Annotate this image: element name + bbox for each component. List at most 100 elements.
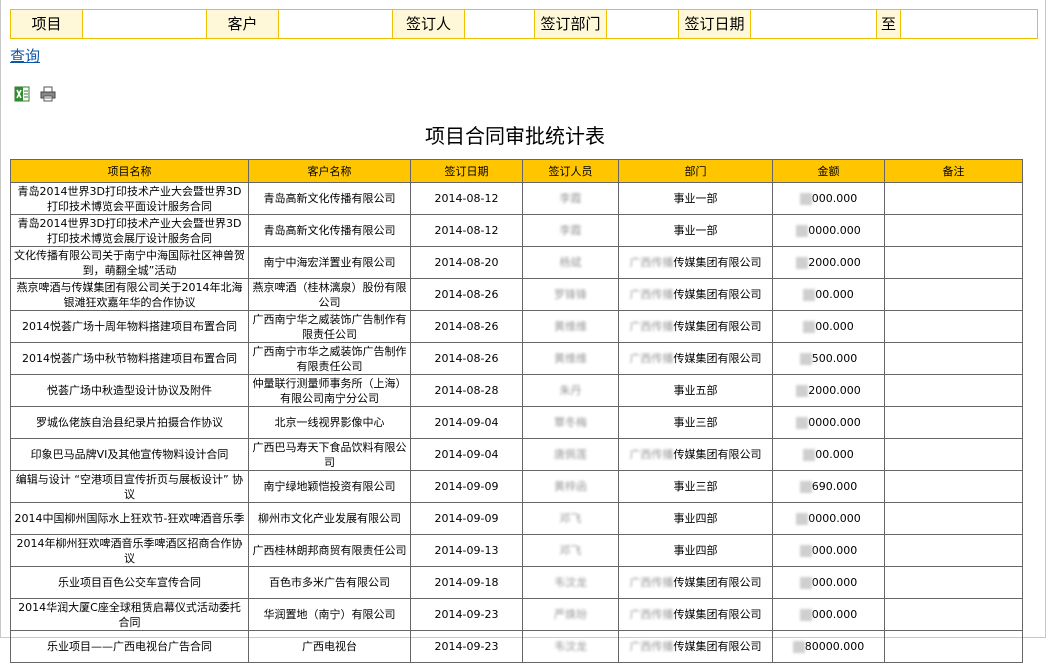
amount-cell: 00.000 (772, 278, 885, 311)
redacted-mask (799, 577, 812, 589)
amount-cell: 0000.000 (772, 502, 885, 535)
sign-dept-input[interactable] (607, 10, 679, 38)
amount-text: 500.000 (811, 352, 858, 365)
date-to-label: 至 (877, 10, 901, 38)
table-row: 文化传播有限公司关于南宁中海国际社区神兽贺到，萌翻全城”活动 南宁中海宏洋置业有限… (10, 246, 1023, 279)
signer-cell: 韦汶龙 (522, 630, 619, 663)
sign-dept-label: 签订部门 (535, 10, 607, 38)
date-cell: 2014-09-04 (410, 438, 523, 471)
table-row: 乐业项目——广西电视台广告合同 广西电视台 2014-09-23 韦汶龙 广西传播传媒集… (10, 630, 1023, 663)
sign-date-header: 签订日期 (410, 159, 523, 183)
project-cell: 燕京啤酒与传媒集团有限公司关于2014年北海银滩狂欢嘉年华的合作协议 (10, 278, 249, 311)
amount-text: 00.000 (815, 288, 854, 301)
amount-cell: 000.000 (772, 598, 885, 631)
project-cell: 编辑与设计 “空港项目宣传折页与展板设计” 协议 (10, 470, 249, 503)
sign-date-label: 签订日期 (679, 10, 751, 38)
project-cell: 文化传播有限公司关于南宁中海国际社区神兽贺到，萌翻全城”活动 (10, 246, 249, 279)
table-header-row: 项目名称 客户名称 签订日期 签订人员 部门 金额 备注 (10, 159, 1023, 183)
remark-cell (884, 438, 1023, 471)
redacted-mask (803, 321, 816, 333)
department-cell: 事业一部 (618, 214, 773, 247)
table-row: 悦荟广场中秋造型设计协议及附件 仲量联行测量师事务所（上海）有限公司南宁分公司 20… (10, 374, 1023, 407)
project-cell: 青岛2014世界3D打印技术产业大会暨世界3D打印技术博览会平面设计服务合同 (10, 182, 249, 215)
remark-cell (884, 214, 1023, 247)
redacted-mask: 广西传播 (629, 608, 674, 621)
redacted-mask: 广西传播 (629, 352, 674, 365)
project-cell: 乐业项目百色公交车宣传合同 (10, 566, 249, 599)
department-cell: 广西传播传媒集团有限公司 (618, 246, 773, 279)
remark-cell (884, 502, 1023, 535)
department-cell: 广西传播传媒集团有限公司 (618, 630, 773, 663)
signer-cell: 黄维维 (522, 310, 619, 343)
amount-cell: 2000.000 (772, 374, 885, 407)
redacted-mask (796, 257, 809, 269)
sign-date-end-input[interactable] (901, 10, 1031, 38)
customer-name-header: 客户名称 (248, 159, 411, 183)
department-cell: 广西传播传媒集团有限公司 (618, 566, 773, 599)
project-input[interactable] (83, 10, 207, 38)
remark-cell (884, 310, 1023, 343)
amount-text: 00.000 (815, 448, 854, 461)
signer-input[interactable] (465, 10, 535, 38)
customer-cell: 青岛高新文化传播有限公司 (248, 182, 411, 215)
table-row: 2014华润大厦C座全球租赁启幕仪式活动委托合同 华润置地（南宁）有限公司 2014… (10, 598, 1023, 631)
customer-cell: 燕京啤酒（桂林漓泉）股份有限公司 (248, 278, 411, 311)
table-row: 青岛2014世界3D打印技术产业大会暨世界3D打印技术博览会平面设计服务合同 青岛… (10, 182, 1023, 215)
remark-cell (884, 534, 1023, 567)
table-row: 编辑与设计 “空港项目宣传折页与展板设计” 协议 南宁绿地颖恺投资有限公司 2014… (10, 470, 1023, 503)
customer-cell: 南宁中海宏洋置业有限公司 (248, 246, 411, 279)
department-header: 部门 (618, 159, 773, 183)
sign-date-start-input[interactable] (751, 10, 877, 38)
date-cell: 2014-09-04 (410, 406, 523, 439)
amount-cell: 000.000 (772, 566, 885, 599)
table-row: 2014年柳州狂欢啤酒音乐季啤酒区招商合作协议 广西桂林朗邦商贸有限责任公司 201… (10, 534, 1023, 567)
date-cell: 2014-08-12 (410, 182, 523, 215)
amount-text: 2000.000 (808, 384, 861, 397)
search-bar: 项目 客户 签订人 签订部门 签订日期 至 (10, 9, 1038, 39)
redacted-mask (799, 193, 812, 205)
project-cell: 2014华润大厦C座全球租赁启幕仪式活动委托合同 (10, 598, 249, 631)
table-row: 燕京啤酒与传媒集团有限公司关于2014年北海银滩狂欢嘉年华的合作协议 燕京啤酒（桂… (10, 278, 1023, 311)
amount-text: 0000.000 (808, 512, 861, 525)
customer-cell: 广西南宁华之威装饰广告制作有限责任公司 (248, 310, 411, 343)
signer-header: 签订人员 (522, 159, 619, 183)
project-cell: 2014中国柳州国际水上狂欢节-狂欢啤酒音乐季 (10, 502, 249, 535)
date-cell: 2014-09-09 (410, 470, 523, 503)
redacted-mask: 广西传播 (629, 448, 674, 461)
department-text: 传媒集团有限公司 (673, 288, 762, 301)
amount-cell: 690.000 (772, 470, 885, 503)
signer-cell: 韦汶龙 (522, 566, 619, 599)
department-cell: 事业一部 (618, 182, 773, 215)
department-cell: 广西传播传媒集团有限公司 (618, 438, 773, 471)
remark-cell (884, 374, 1023, 407)
redacted-mask: 广西传播 (629, 640, 674, 653)
redacted-mask (796, 417, 809, 429)
redacted-mask: 广西传播 (629, 576, 674, 589)
signer-cell: 朱丹 (522, 374, 619, 407)
customer-cell: 百色市多米广告有限公司 (248, 566, 411, 599)
project-cell: 印象巴马品牌VI及其他宣传物料设计合同 (10, 438, 249, 471)
date-cell: 2014-08-26 (410, 310, 523, 343)
project-cell: 青岛2014世界3D打印技术产业大会暨世界3D打印技术博览会展厅设计服务合同 (10, 214, 249, 247)
query-link[interactable]: 查询 (10, 45, 40, 66)
department-cell: 事业四部 (618, 534, 773, 567)
printer-icon[interactable] (40, 86, 56, 102)
department-text: 传媒集团有限公司 (673, 640, 762, 653)
department-text: 传媒集团有限公司 (673, 320, 762, 333)
redacted-mask (803, 449, 816, 461)
date-cell: 2014-09-23 (410, 630, 523, 663)
redacted-mask: 广西传播 (629, 288, 674, 301)
remark-cell (884, 470, 1023, 503)
amount-cell: 2000.000 (772, 246, 885, 279)
amount-cell: 00.000 (772, 438, 885, 471)
table-row: 乐业项目百色公交车宣传合同 百色市多米广告有限公司 2014-09-18 韦汶龙 广西传… (10, 566, 1023, 599)
project-cell: 罗城仫佬族自治县纪录片拍摄合作协议 (10, 406, 249, 439)
customer-input[interactable] (279, 10, 393, 38)
remark-cell (884, 630, 1023, 663)
redacted-mask (803, 289, 816, 301)
excel-icon[interactable] (14, 86, 30, 102)
table-row: 2014中国柳州国际水上狂欢节-狂欢啤酒音乐季 柳州市文化产业发展有限公司 2014… (10, 502, 1023, 535)
remark-cell (884, 566, 1023, 599)
department-cell: 广西传播传媒集团有限公司 (618, 278, 773, 311)
signer-cell: 李霞 (522, 214, 619, 247)
